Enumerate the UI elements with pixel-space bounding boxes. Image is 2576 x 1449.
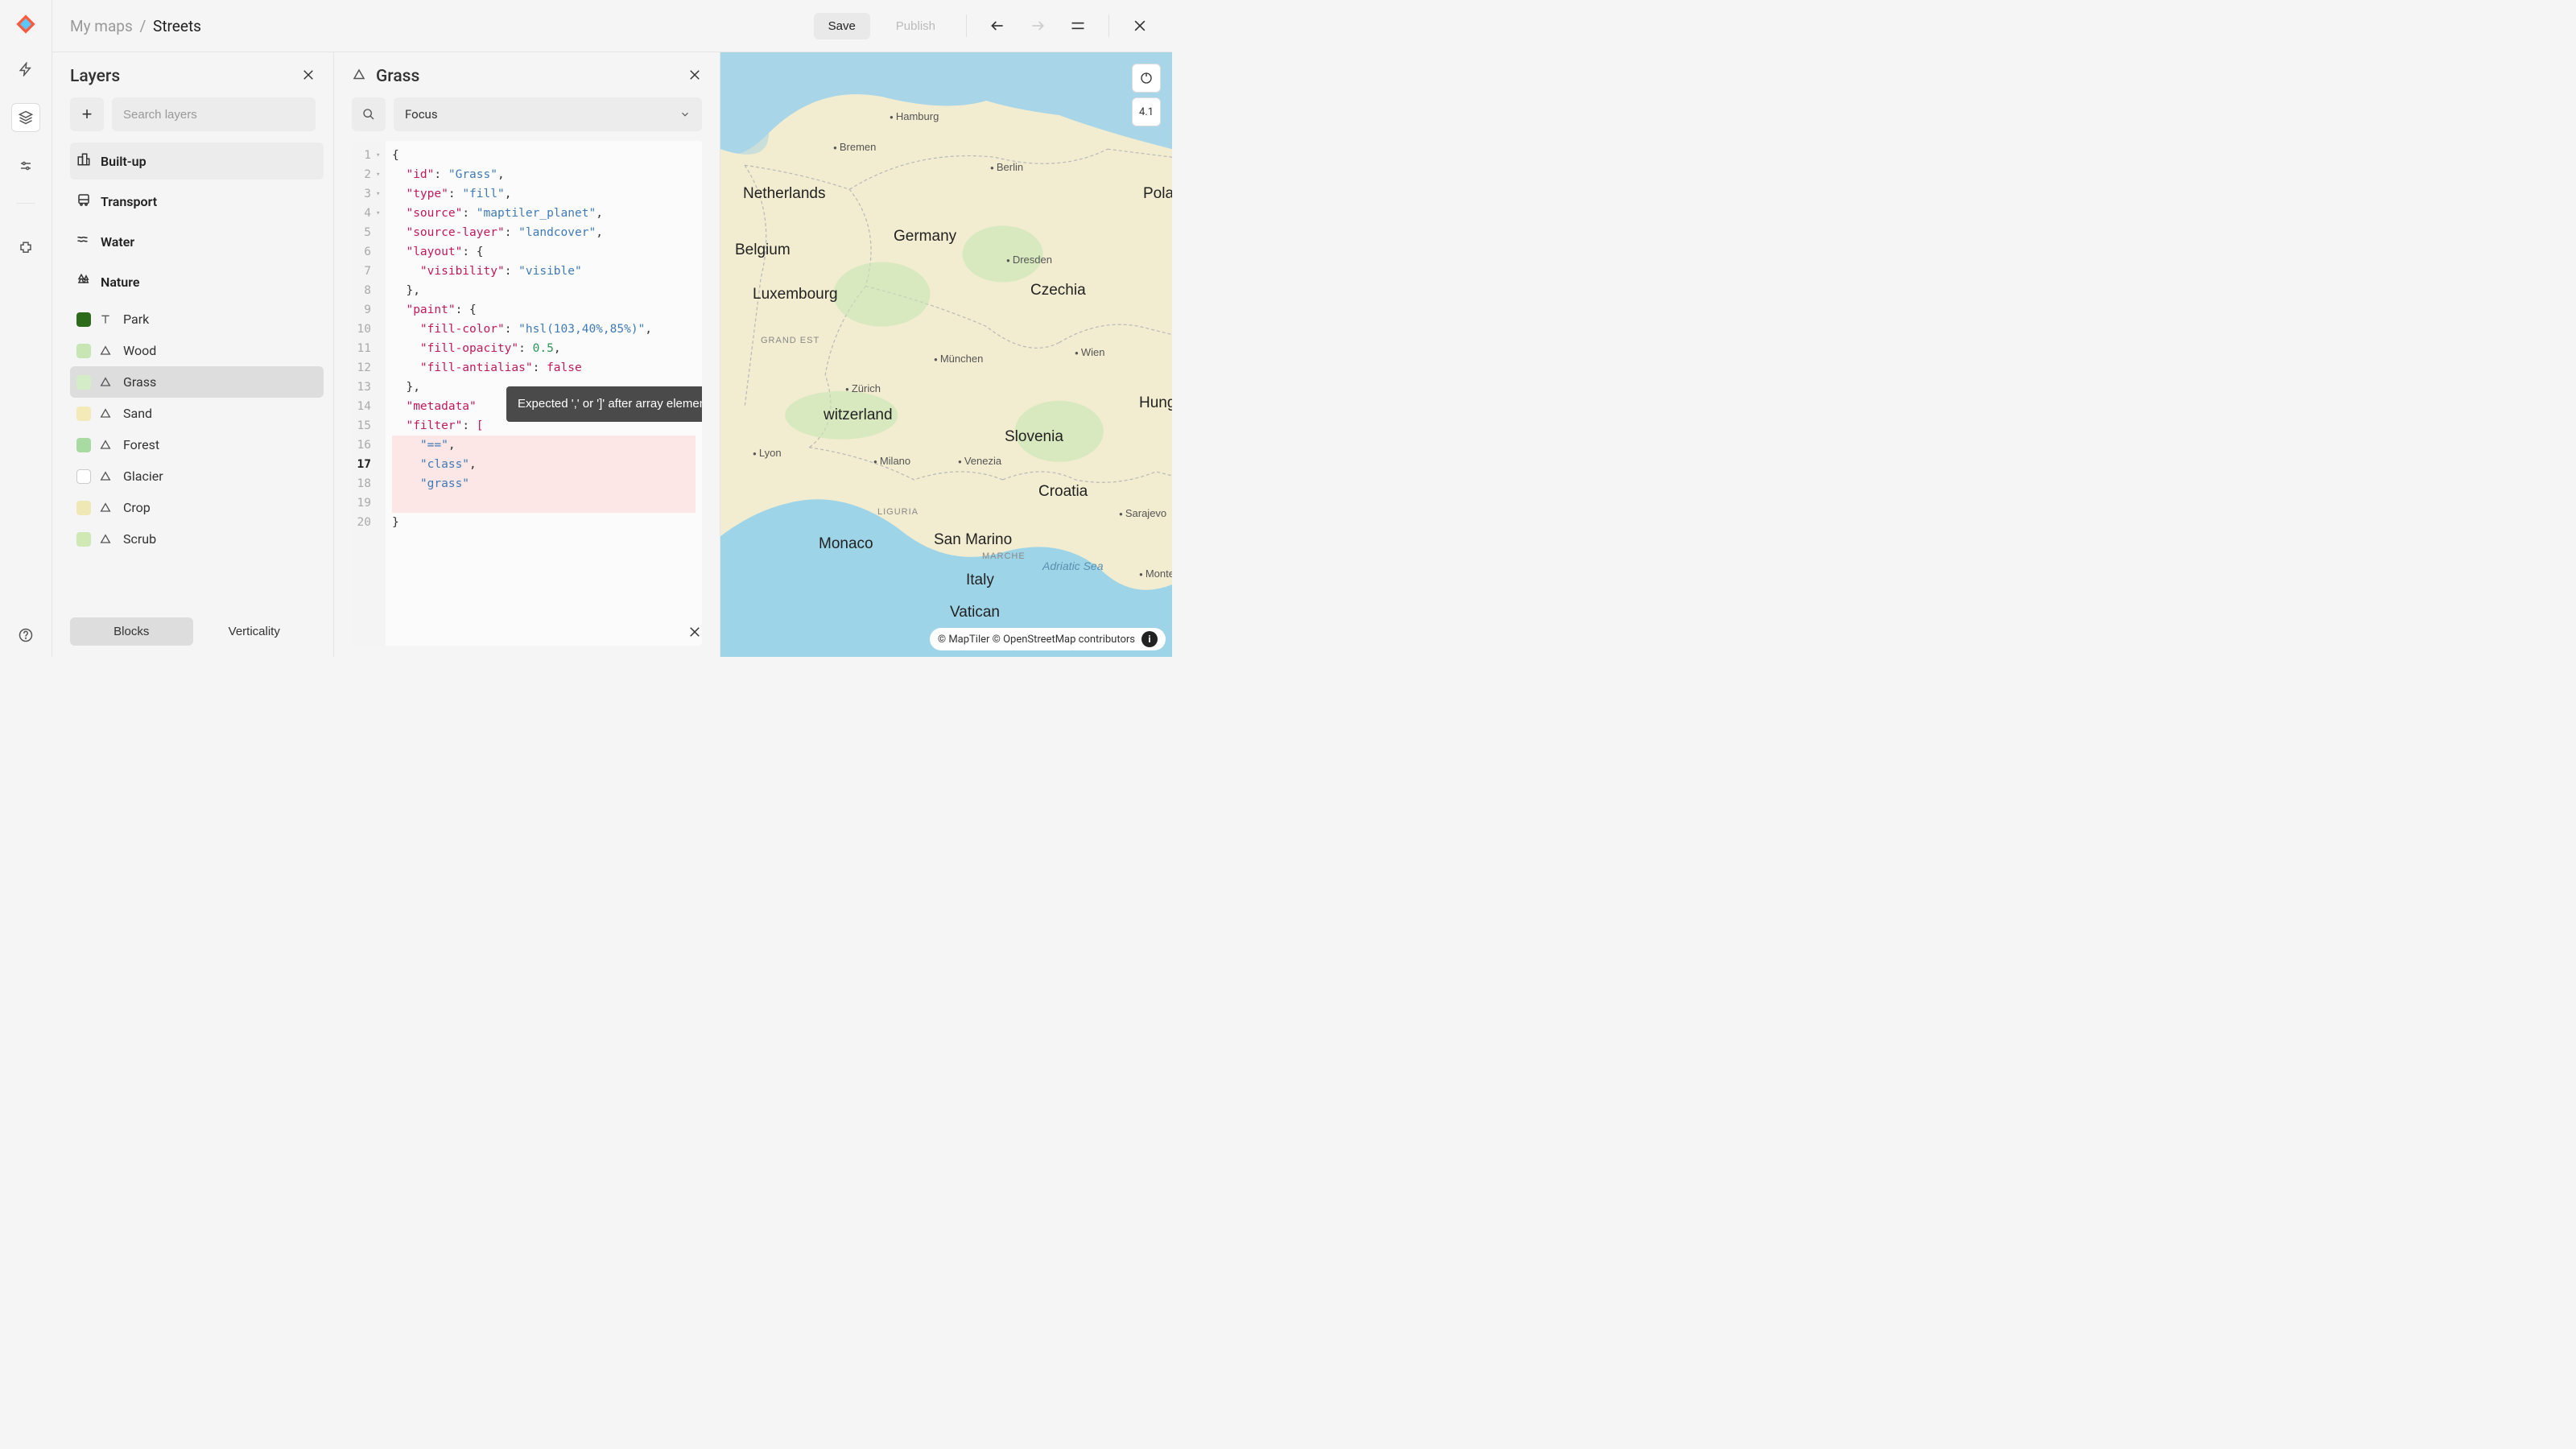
- group-builtup[interactable]: Built-up: [70, 142, 324, 180]
- editor-title: Grass: [376, 67, 419, 86]
- layer-swatch: [76, 532, 91, 547]
- top-bar: My maps / Streets Save Publish: [52, 0, 1172, 52]
- layer-label: Wood: [123, 343, 156, 358]
- layer-swatch: [76, 501, 91, 515]
- map-attribution: © MapTiler © OpenStreetMap contributors …: [930, 628, 1166, 650]
- chevron-down-icon: [679, 109, 691, 120]
- verticality-tab[interactable]: Verticality: [193, 617, 316, 646]
- error-tooltip: Expected ',' or ']' after array element …: [506, 386, 702, 422]
- layer-swatch: [76, 407, 91, 421]
- blocks-tab[interactable]: Blocks: [70, 617, 193, 646]
- close-code-icon[interactable]: [687, 625, 702, 642]
- app-logo-icon: [14, 13, 37, 35]
- fill-icon: [99, 407, 115, 420]
- layer-label: Forest: [123, 437, 159, 452]
- close-editor-icon[interactable]: [687, 68, 702, 85]
- layer-swatch: [76, 344, 91, 358]
- layers-panel: Layers + Built-up Transport: [52, 52, 334, 657]
- group-transport[interactable]: Transport: [70, 183, 324, 220]
- fill-icon: [99, 345, 115, 357]
- fill-icon: [352, 68, 366, 85]
- layer-swatch: [76, 375, 91, 390]
- back-icon[interactable]: [983, 11, 1012, 40]
- focus-dropdown[interactable]: Focus: [394, 97, 702, 131]
- fill-icon: [99, 533, 115, 546]
- layer-swatch: [76, 469, 91, 484]
- fill-icon: [99, 502, 115, 514]
- editor-panel: Grass Focus 1234567891011121314151617181…: [334, 52, 720, 657]
- close-app-icon[interactable]: [1125, 11, 1154, 40]
- bolt-icon[interactable]: [11, 55, 40, 84]
- fill-icon: [99, 470, 115, 483]
- map-preview[interactable]: Netherlands Belgium Luxembourg Germany P…: [720, 52, 1172, 657]
- text-icon: [99, 313, 115, 326]
- breadcrumb-parent[interactable]: My maps: [70, 17, 133, 35]
- buildings-icon: [76, 152, 93, 170]
- layer-label: Park: [123, 312, 149, 327]
- layer-label: Scrub: [123, 531, 156, 547]
- map-pitch-icon[interactable]: [1132, 64, 1161, 93]
- publish-button[interactable]: Publish: [881, 13, 950, 39]
- waves-icon: [76, 233, 93, 250]
- layer-label: Sand: [123, 406, 152, 421]
- layers-title: Layers: [70, 67, 120, 86]
- layer-label: Grass: [123, 374, 156, 390]
- map-zoom-level[interactable]: 4.1: [1132, 97, 1161, 126]
- save-button[interactable]: Save: [814, 13, 870, 39]
- group-water[interactable]: Water: [70, 223, 324, 260]
- code-search-button[interactable]: [352, 97, 386, 131]
- info-icon[interactable]: i: [1141, 631, 1158, 647]
- layer-label: Glacier: [123, 469, 163, 484]
- fill-icon: [99, 376, 115, 389]
- layer-item-wood[interactable]: Wood: [70, 335, 324, 366]
- forward-icon: [1023, 11, 1052, 40]
- close-layers-icon[interactable]: [301, 68, 316, 85]
- layer-label: Crop: [123, 500, 151, 515]
- bus-icon: [76, 192, 93, 210]
- search-layers-input[interactable]: [112, 97, 316, 131]
- code-editor[interactable]: 1234567891011121314151617181920 ▾▾▾▾ { "…: [352, 141, 702, 646]
- breadcrumb: My maps / Streets: [70, 17, 814, 35]
- layer-item-glacier[interactable]: Glacier: [70, 460, 324, 492]
- layer-item-sand[interactable]: Sand: [70, 398, 324, 429]
- layer-item-park[interactable]: Park: [70, 303, 324, 335]
- layer-swatch: [76, 438, 91, 452]
- layer-item-scrub[interactable]: Scrub: [70, 523, 324, 555]
- sliders-icon[interactable]: [11, 151, 40, 180]
- plugins-icon[interactable]: [11, 233, 40, 262]
- layers-icon[interactable]: [11, 103, 40, 132]
- icon-rail: [0, 0, 52, 657]
- help-icon[interactable]: [11, 628, 40, 657]
- group-nature[interactable]: Nature: [70, 263, 324, 300]
- menu-icon[interactable]: [1063, 11, 1092, 40]
- trees-icon: [76, 273, 93, 291]
- layer-item-crop[interactable]: Crop: [70, 492, 324, 523]
- layer-item-forest[interactable]: Forest: [70, 429, 324, 460]
- layer-item-grass[interactable]: Grass: [70, 366, 324, 398]
- breadcrumb-current: Streets: [153, 17, 201, 35]
- add-layer-button[interactable]: +: [70, 97, 104, 131]
- layer-swatch: [76, 312, 91, 327]
- fill-icon: [99, 439, 115, 452]
